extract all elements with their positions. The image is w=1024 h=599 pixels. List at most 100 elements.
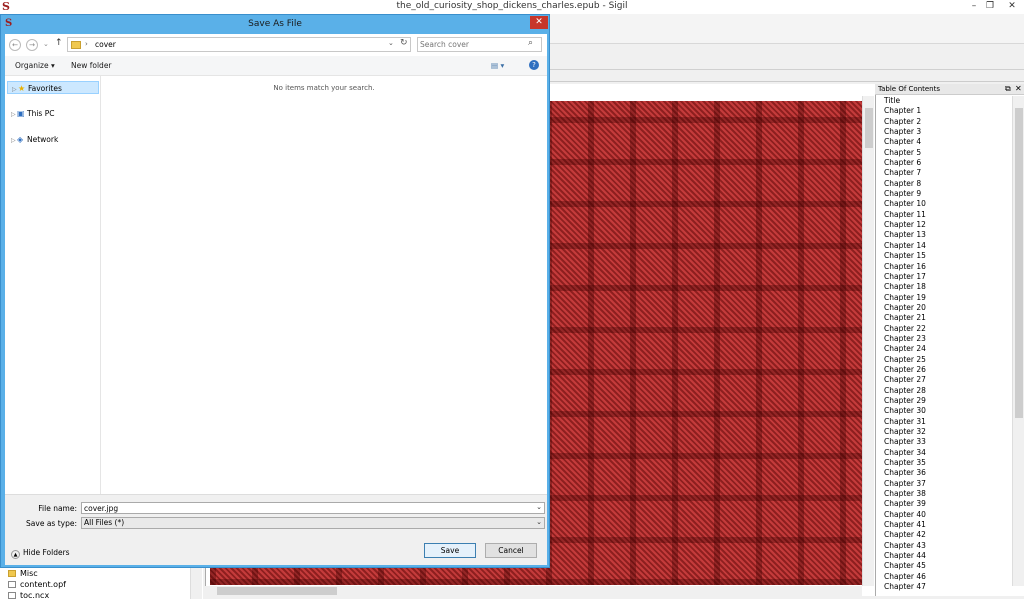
scroll-thumb[interactable] [217, 587, 337, 595]
restore-button[interactable]: ❐ [982, 1, 998, 13]
hide-folders-label: Hide Folders [23, 548, 70, 557]
toc-entry-chapter[interactable]: Chapter 34 [884, 448, 1012, 458]
item-label: content.opf [20, 580, 66, 589]
up-button[interactable]: ↑ [55, 38, 63, 48]
star-icon: ★ [18, 84, 26, 93]
command-bar: Organize ▾ New folder ▤ ▾ ? [5, 56, 547, 76]
save-type-select[interactable]: All Files (*) ⌄ [81, 517, 545, 529]
file-name-field[interactable]: ⌄ [81, 502, 545, 514]
toc-entry-chapter[interactable]: Chapter 2 [884, 117, 1012, 127]
toc-entry-chapter[interactable]: Chapter 7 [884, 168, 1012, 178]
toc-entry-chapter[interactable]: Chapter 20 [884, 303, 1012, 313]
toc-entry-chapter[interactable]: Chapter 38 [884, 489, 1012, 499]
toc-entry-chapter[interactable]: Chapter 6 [884, 158, 1012, 168]
toc-entry-chapter[interactable]: Chapter 29 [884, 396, 1012, 406]
cancel-button[interactable]: Cancel [485, 543, 537, 558]
minimize-button[interactable]: – [966, 1, 982, 13]
recent-locations-icon[interactable]: ⌄ [43, 40, 49, 48]
toc-entry-title[interactable]: Title [884, 96, 1012, 106]
toc-entry-chapter[interactable]: Chapter 26 [884, 365, 1012, 375]
toc-entry-chapter[interactable]: Chapter 23 [884, 334, 1012, 344]
toc-entry-chapter[interactable]: Chapter 35 [884, 458, 1012, 468]
toc-entry-chapter[interactable]: Chapter 19 [884, 293, 1012, 303]
toc-entry-chapter[interactable]: Chapter 16 [884, 262, 1012, 272]
toc-entry-chapter[interactable]: Chapter 3 [884, 127, 1012, 137]
nav-item-favorites[interactable]: ▷★ Favorites [7, 81, 99, 94]
toc-entry-chapter[interactable]: Chapter 1 [884, 106, 1012, 116]
chevron-up-icon: ▲ [11, 550, 20, 559]
book-browser-item-toc-ncx[interactable]: toc.ncx [8, 591, 49, 599]
toc-entry-chapter[interactable]: Chapter 47 [884, 582, 1012, 592]
close-panel-icon[interactable]: ✕ [1015, 84, 1022, 93]
dialog-close-button[interactable]: ✕ [530, 16, 548, 29]
organize-button[interactable]: Organize ▾ [15, 61, 55, 70]
nav-item-this-pc[interactable]: ▷▣ This PC [7, 107, 99, 120]
dialog-title-bar[interactable]: Save As File [1, 15, 549, 34]
toc-entry-chapter[interactable]: Chapter 8 [884, 179, 1012, 189]
toc-entry-chapter[interactable]: Chapter 14 [884, 241, 1012, 251]
toc-entry-chapter[interactable]: Chapter 39 [884, 499, 1012, 509]
toc-scrollbar[interactable] [1012, 96, 1024, 586]
toc-entry-chapter[interactable]: Chapter 31 [884, 417, 1012, 427]
toc-entry-chapter[interactable]: Chapter 21 [884, 313, 1012, 323]
chevron-down-icon[interactable]: ⌄ [536, 503, 542, 511]
search-box[interactable]: ⌕ [417, 37, 542, 52]
file-name-input[interactable] [84, 503, 524, 513]
toc-entry-chapter[interactable]: Chapter 27 [884, 375, 1012, 385]
view-options-button[interactable]: ▤ ▾ [491, 61, 504, 70]
toc-entry-chapter[interactable]: Chapter 44 [884, 551, 1012, 561]
toc-entry-chapter[interactable]: Chapter 42 [884, 530, 1012, 540]
toc-entry-chapter[interactable]: Chapter 41 [884, 520, 1012, 530]
toc-entry-chapter[interactable]: Chapter 30 [884, 406, 1012, 416]
toc-entry-chapter[interactable]: Chapter 18 [884, 282, 1012, 292]
nav-item-network[interactable]: ▷◈ Network [7, 133, 99, 146]
toc-entry-chapter[interactable]: Chapter 25 [884, 355, 1012, 365]
new-folder-button[interactable]: New folder [71, 61, 112, 70]
toc-entry-chapter[interactable]: Chapter 32 [884, 427, 1012, 437]
toc-entry-chapter[interactable]: Chapter 4 [884, 137, 1012, 147]
toc-entry-chapter[interactable]: Chapter 10 [884, 199, 1012, 209]
refresh-icon[interactable]: ↻ [400, 38, 408, 48]
toc-entry-chapter[interactable]: Chapter 13 [884, 230, 1012, 240]
toc-entry-chapter[interactable]: Chapter 5 [884, 148, 1012, 158]
back-button[interactable]: ← [9, 39, 21, 51]
search-icon[interactable]: ⌕ [528, 38, 533, 48]
toc-entry-chapter[interactable]: Chapter 28 [884, 386, 1012, 396]
chevron-down-icon[interactable]: ⌄ [536, 518, 542, 526]
toc-entry-chapter[interactable]: Chapter 15 [884, 251, 1012, 261]
search-input[interactable] [420, 39, 525, 50]
float-panel-icon[interactable]: ⧉ [1005, 84, 1011, 94]
toc-entry-chapter[interactable]: Chapter 43 [884, 541, 1012, 551]
book-browser-scrollbar[interactable] [190, 567, 202, 599]
forward-button[interactable]: → [26, 39, 38, 51]
path-segment-cover[interactable]: cover [95, 40, 116, 49]
hide-folders-button[interactable]: ▲ Hide Folders [11, 548, 70, 559]
toc-entry-chapter[interactable]: Chapter 46 [884, 572, 1012, 582]
toc-entry-chapter[interactable]: Chapter 24 [884, 344, 1012, 354]
toc-entry-chapter[interactable]: Chapter 37 [884, 479, 1012, 489]
help-icon[interactable]: ? [529, 60, 539, 70]
scroll-thumb[interactable] [865, 108, 873, 148]
save-panel: File name: ⌄ Save as type: All Files (*)… [5, 494, 547, 565]
preview-horizontal-scrollbar[interactable] [205, 586, 862, 596]
toc-entry-chapter[interactable]: Chapter 33 [884, 437, 1012, 447]
save-button[interactable]: Save [424, 543, 476, 558]
dialog-title: Save As File [248, 19, 302, 29]
close-window-button[interactable]: ✕ [1004, 1, 1020, 13]
window-title: the_old_curiosity_shop_dickens_charles.e… [396, 1, 628, 11]
toc-entry-chapter[interactable]: Chapter 12 [884, 220, 1012, 230]
toc-entry-chapter[interactable]: Chapter 36 [884, 468, 1012, 478]
preview-vertical-scrollbar[interactable] [862, 96, 874, 586]
toc-entry-chapter[interactable]: Chapter 11 [884, 210, 1012, 220]
toc-entry-chapter[interactable]: Chapter 22 [884, 324, 1012, 334]
toc-entry-chapter[interactable]: Chapter 9 [884, 189, 1012, 199]
folder-icon [71, 41, 81, 49]
chevron-down-icon[interactable]: ⌄ [388, 39, 394, 47]
toc-entry-chapter[interactable]: Chapter 45 [884, 561, 1012, 571]
toc-entry-chapter[interactable]: Chapter 17 [884, 272, 1012, 282]
address-field[interactable]: › cover ⌄ ↻ [67, 37, 411, 52]
book-browser-item-content-opf[interactable]: content.opf [8, 580, 66, 589]
scroll-thumb[interactable] [1015, 108, 1023, 418]
book-browser-item-misc[interactable]: Misc [8, 569, 38, 578]
toc-entry-chapter[interactable]: Chapter 40 [884, 510, 1012, 520]
